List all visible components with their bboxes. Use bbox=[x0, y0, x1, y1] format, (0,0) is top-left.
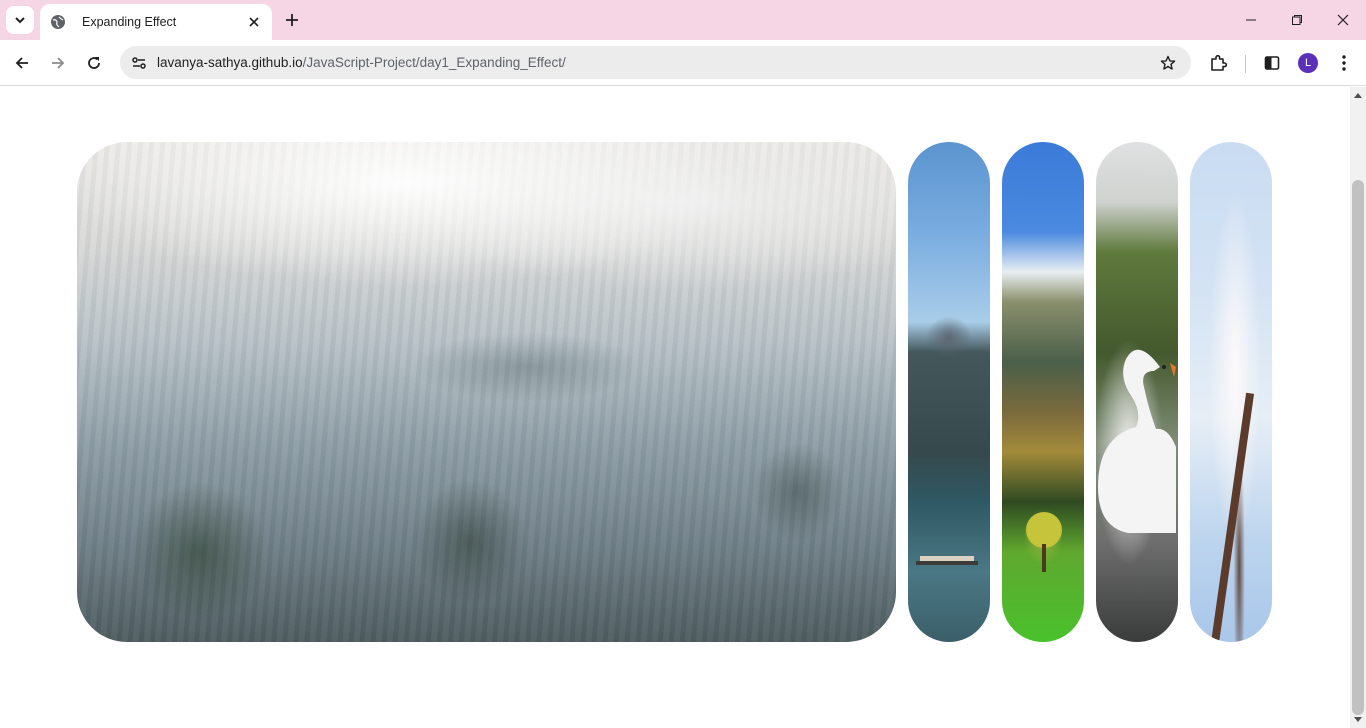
address-bar[interactable]: lavanya-sathya.github.io/JavaScript-Proj… bbox=[120, 46, 1191, 79]
url-host: lavanya-sathya.github.io bbox=[157, 55, 303, 70]
tab-title: Expanding Effect bbox=[82, 15, 177, 29]
scroll-up-arrow-icon[interactable] bbox=[1354, 93, 1362, 98]
boat-shape bbox=[916, 556, 978, 565]
restore-icon bbox=[1292, 15, 1302, 25]
close-icon[interactable] bbox=[244, 12, 264, 32]
plus-icon bbox=[286, 14, 298, 26]
panel-blossom-tree[interactable] bbox=[1190, 142, 1272, 642]
reload-icon bbox=[88, 57, 100, 69]
browser-toolbar: lavanya-sathya.github.io/JavaScript-Proj… bbox=[0, 40, 1366, 86]
close-window-icon bbox=[1337, 14, 1349, 26]
page-viewport bbox=[0, 87, 1350, 728]
kebab-menu-icon[interactable] bbox=[1329, 48, 1359, 78]
toolbar-divider bbox=[1245, 55, 1246, 73]
minimize-button[interactable] bbox=[1228, 0, 1274, 40]
forward-arrow-icon bbox=[52, 57, 65, 69]
active-tab[interactable]: Expanding Effect bbox=[40, 4, 272, 40]
swan-shape bbox=[1098, 349, 1176, 533]
panel-alpine-meadow[interactable] bbox=[1002, 142, 1084, 642]
site-info-icon[interactable] bbox=[126, 50, 151, 75]
scrollbar-thumb[interactable] bbox=[1352, 180, 1364, 715]
tree-trunk-shape bbox=[1209, 392, 1255, 642]
tree-shape bbox=[1026, 512, 1062, 572]
back-button[interactable] bbox=[7, 48, 37, 78]
minimize-icon bbox=[1246, 19, 1256, 21]
side-panel-icon[interactable] bbox=[1257, 48, 1287, 78]
tab-search-button[interactable] bbox=[6, 6, 34, 34]
close-window-button[interactable] bbox=[1320, 0, 1366, 40]
back-arrow-icon bbox=[15, 57, 28, 69]
profile-avatar[interactable]: L bbox=[1298, 53, 1318, 73]
globe-icon bbox=[50, 14, 66, 30]
profile-initial: L bbox=[1304, 57, 1312, 69]
new-tab-button[interactable] bbox=[280, 8, 304, 32]
tab-strip: Expanding Effect bbox=[0, 0, 1366, 40]
vertical-scrollbar[interactable] bbox=[1350, 87, 1366, 728]
panel-white-swan[interactable] bbox=[1096, 142, 1178, 642]
url-path: /JavaScript-Project/day1_Expanding_Effec… bbox=[302, 55, 566, 70]
panel-frosty-forest[interactable] bbox=[77, 142, 896, 642]
restore-button[interactable] bbox=[1274, 0, 1320, 40]
url-text[interactable]: lavanya-sathya.github.io/JavaScript-Proj… bbox=[157, 55, 566, 70]
reload-button[interactable] bbox=[79, 48, 109, 78]
scroll-down-arrow-icon[interactable] bbox=[1354, 717, 1362, 722]
star-icon[interactable] bbox=[1157, 52, 1179, 74]
panel-mountain-lake[interactable] bbox=[908, 142, 990, 642]
chevron-down-icon bbox=[15, 17, 25, 24]
forward-button[interactable] bbox=[43, 48, 73, 78]
extensions-icon[interactable] bbox=[1203, 48, 1233, 78]
